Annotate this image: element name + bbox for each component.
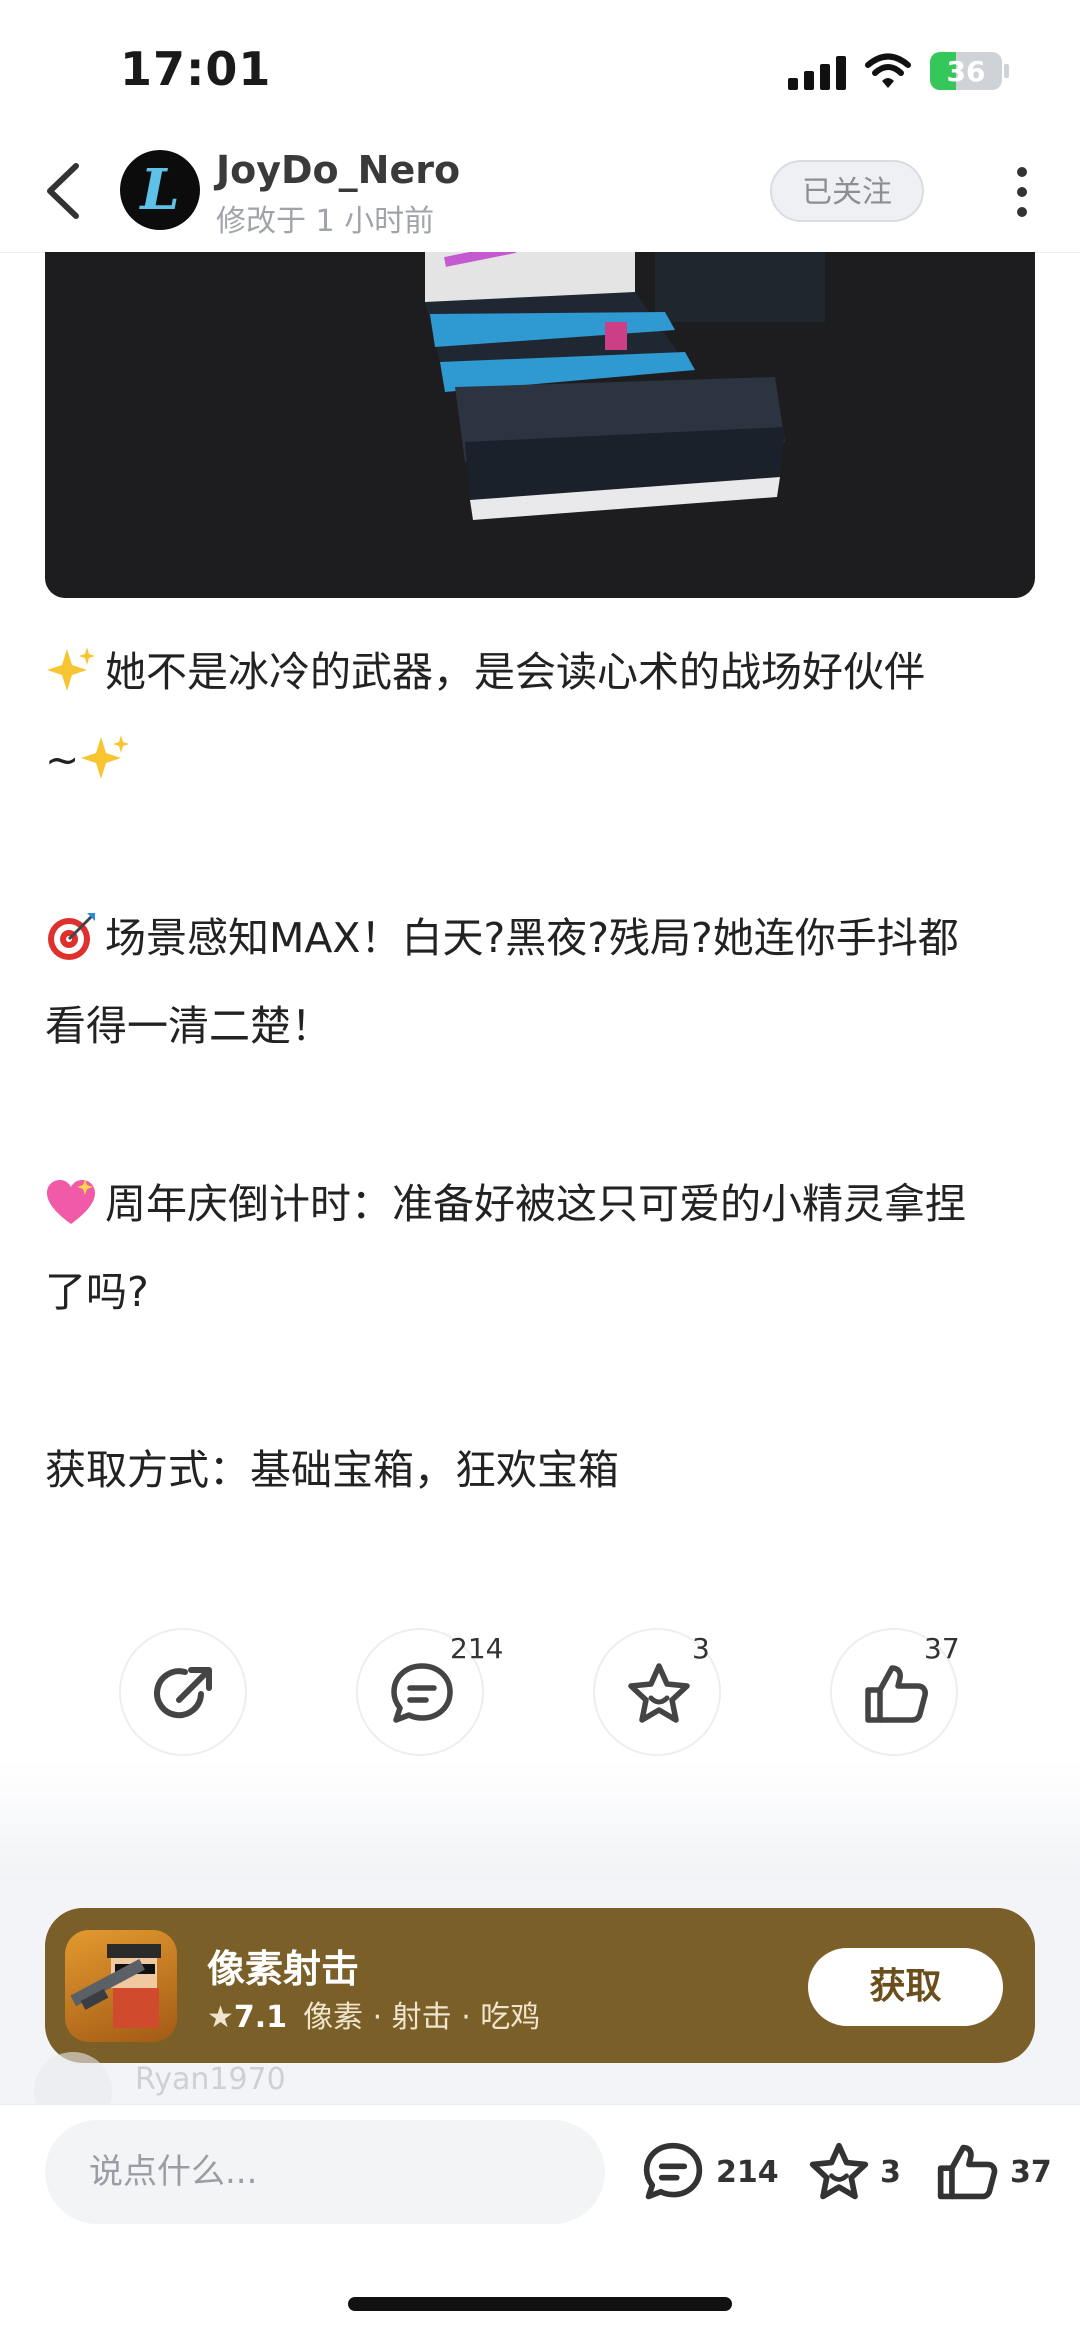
comment-icon: [391, 1663, 453, 1723]
author-avatar[interactable]: L: [120, 150, 200, 230]
game-rating: 7.1: [233, 2000, 288, 2035]
post-paragraph-4: 获取方式：基础宝箱，狂欢宝箱: [45, 1426, 1035, 1514]
more-options-icon[interactable]: [1010, 164, 1034, 220]
post-paragraph-2: 场景感知MAX！白天?黑夜?残局?她连你手抖都 看得一清二楚！: [45, 894, 1035, 1070]
sparkles-icon: [81, 735, 130, 779]
paragraph-3-line-1: 周年庆倒计时：准备好被这只可爱的小精灵拿捏: [105, 1180, 966, 1228]
rating-star-icon: ★: [207, 2000, 234, 2035]
bottom-like-count: 37: [1010, 2155, 1052, 2190]
battery-cap: [1004, 64, 1009, 78]
content-fade: [0, 1760, 1080, 1880]
pixel-shooter-logo: [70, 1944, 161, 2028]
game-tags: 像素 · 射击 · 吃鸡: [303, 2000, 541, 2035]
cellular-signal-icon: [788, 56, 846, 90]
back-arrow-icon[interactable]: [40, 160, 84, 222]
paragraph-2-line-2: 看得一清二楚！: [45, 1002, 332, 1050]
battery-level: 36: [946, 55, 986, 88]
favorite-count-badge: 3: [692, 1632, 710, 1665]
paragraph-3-line-2: 了吗?: [45, 1268, 149, 1316]
follow-button[interactable]: 已关注: [770, 160, 924, 222]
comment-input[interactable]: 说点什么...: [45, 2120, 605, 2224]
wifi-icon: [865, 53, 911, 88]
bottom-comment-count: 214: [716, 2155, 779, 2190]
post-image[interactable]: [45, 252, 1035, 598]
target-icon: [48, 913, 95, 960]
game-app-icon[interactable]: [65, 1930, 177, 2042]
post-paragraph-3: 周年庆倒计时：准备好被这只可爱的小精灵拿捏 了吗?: [45, 1160, 1035, 1336]
sparkles-icon: [47, 647, 95, 691]
battery-indicator: 36: [930, 52, 1002, 90]
heart-icon: [47, 1179, 95, 1224]
home-indicator[interactable]: [348, 2297, 732, 2311]
star-icon: [628, 1663, 690, 1723]
comment-preview-username: Ryan1970: [135, 2062, 286, 2097]
game-title: 像素射击: [207, 1947, 360, 1991]
thumbs-up-icon[interactable]: [934, 2140, 1000, 2204]
share-icon: [154, 1667, 212, 1719]
paragraph-2-line-1: 场景感知MAX！白天?黑夜?残局?她连你手抖都: [105, 914, 959, 962]
star-icon[interactable]: [806, 2140, 872, 2204]
comment-icon[interactable]: [640, 2140, 706, 2204]
game-meta: ★7.1 像素 · 射击 · 吃鸡: [207, 1992, 540, 2036]
character-legs-image: [425, 252, 825, 520]
thumbs-up-icon: [865, 1665, 928, 1723]
share-button[interactable]: [119, 1628, 247, 1756]
bottom-favorite-count: 3: [880, 2155, 901, 2190]
paragraph-1-line-1: 她不是冰冷的武器，是会读心术的战场好伙伴: [105, 648, 925, 696]
get-game-button[interactable]: 获取: [808, 1948, 1003, 2026]
acquisition-method-text: 获取方式：基础宝箱，狂欢宝箱: [45, 1446, 619, 1494]
like-count-badge: 37: [924, 1632, 960, 1665]
status-time: 17:01: [120, 42, 272, 96]
paragraph-1-line-2: ~: [45, 736, 80, 784]
comment-count-badge: 214: [450, 1632, 504, 1665]
author-name[interactable]: JoyDo_Nero: [216, 148, 460, 192]
post-paragraph-1: 她不是冰冷的武器，是会读心术的战场好伙伴 ~: [45, 628, 1035, 804]
post-edited-time: 修改于 1 小时前: [216, 204, 435, 239]
